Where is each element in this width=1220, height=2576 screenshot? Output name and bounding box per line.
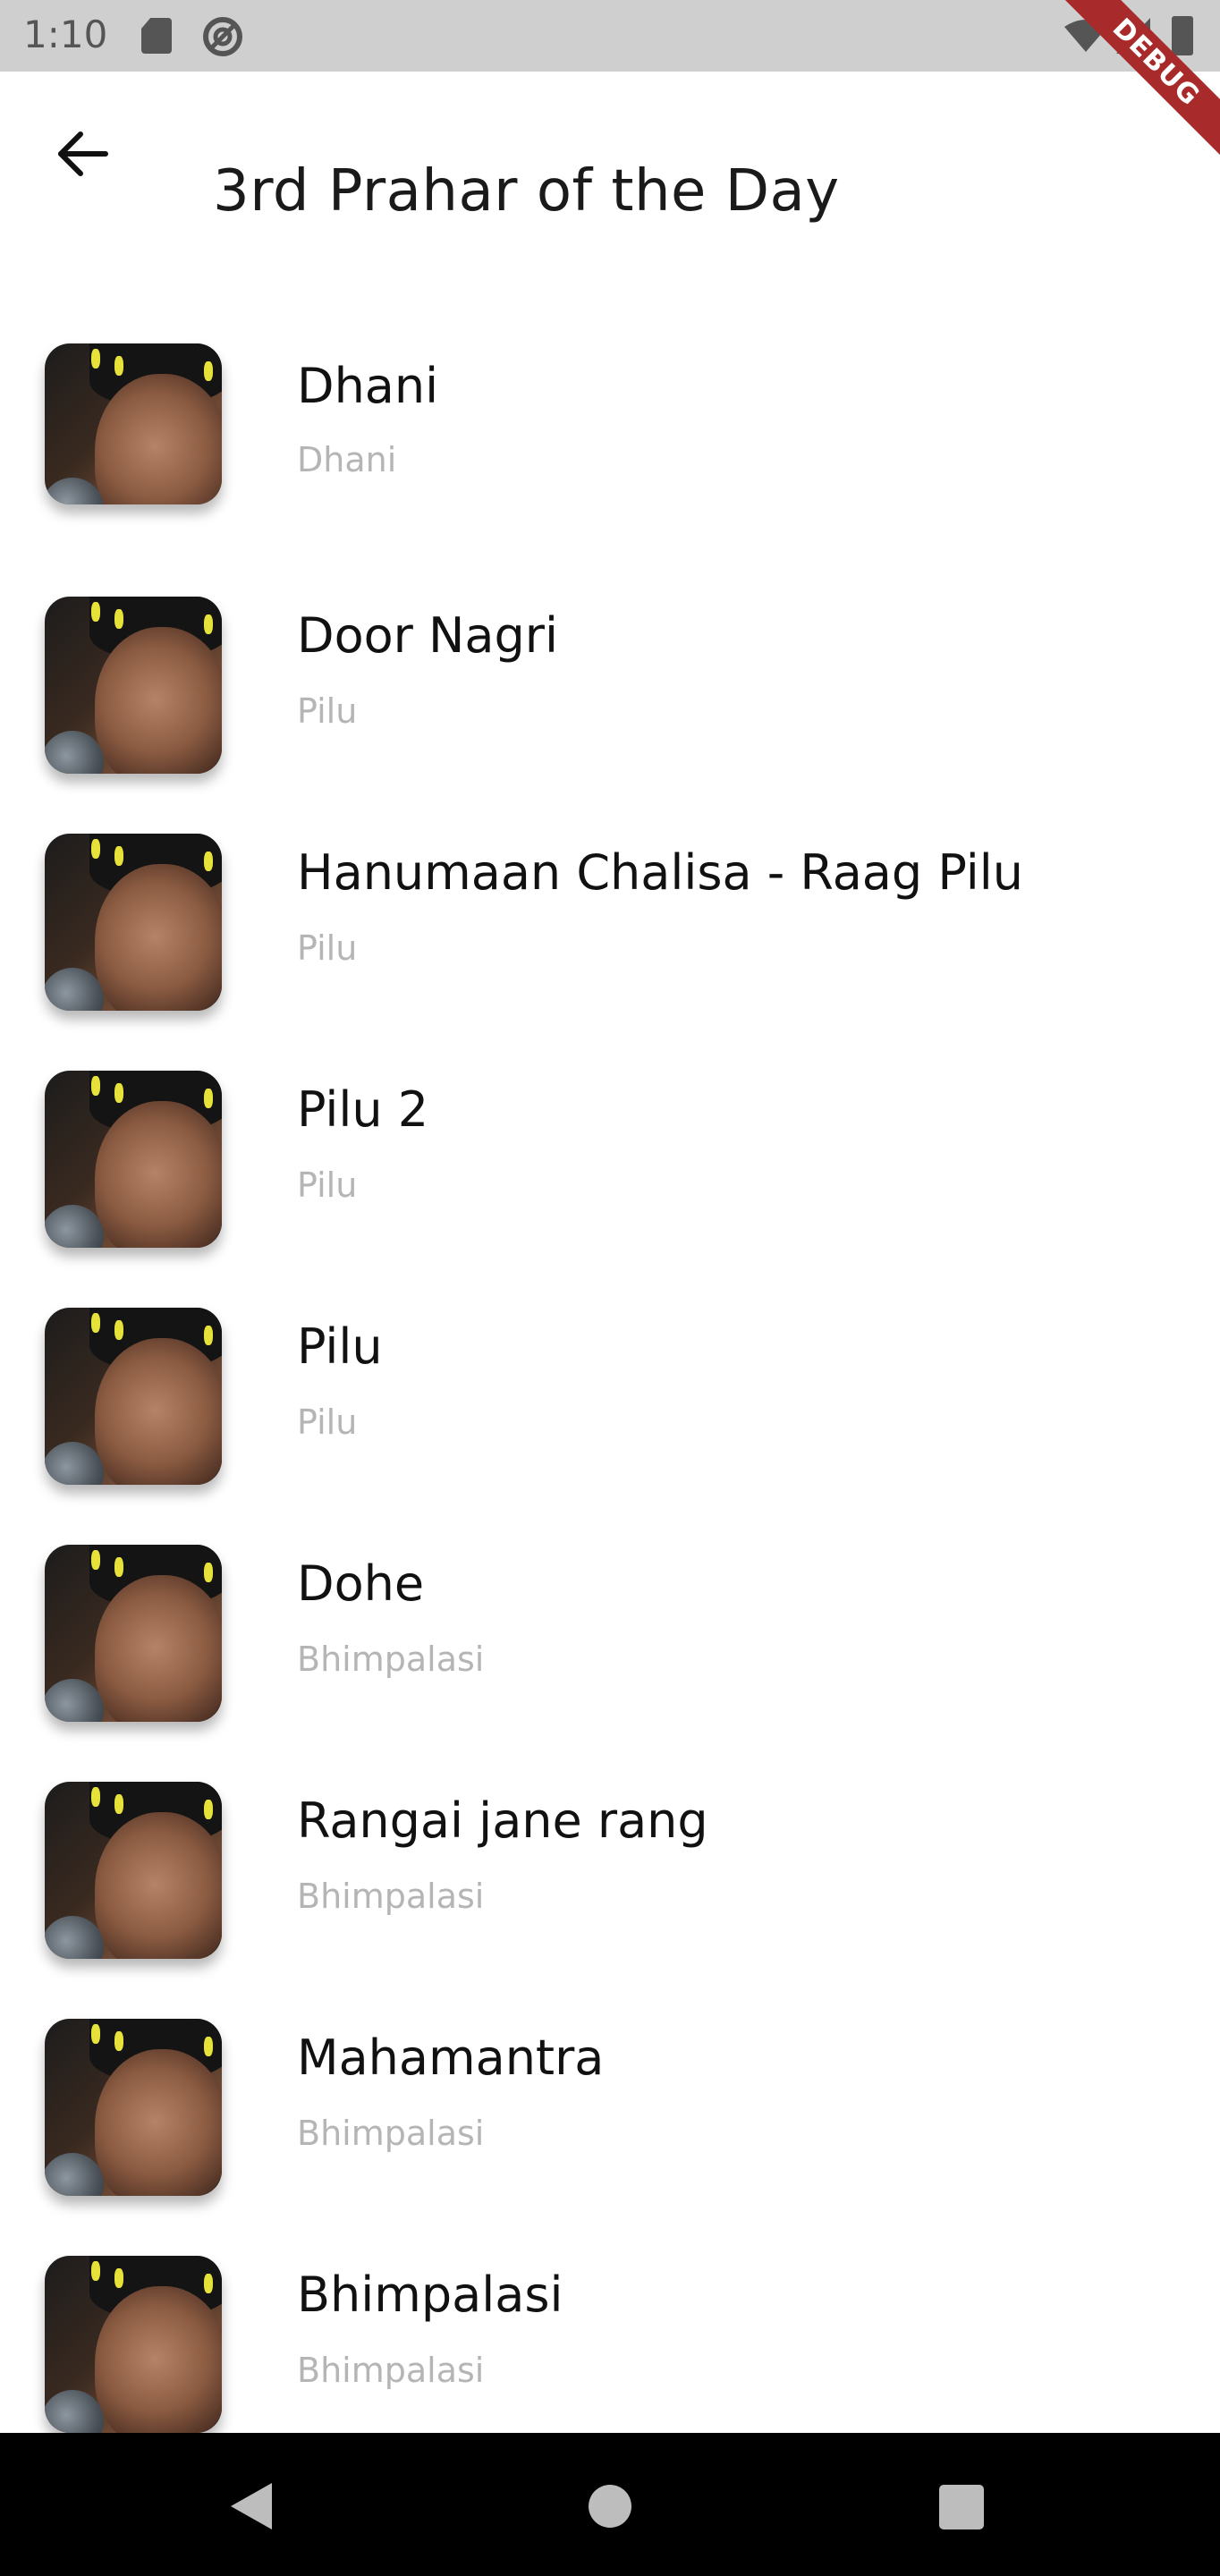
track-title: Dhani — [297, 358, 439, 414]
track-raag: Bhimpalasi — [297, 2114, 485, 2153]
track-title: Pilu — [297, 1318, 383, 1375]
track-thumbnail — [45, 1071, 222, 1248]
track-raag: Pilu — [297, 1165, 358, 1205]
list-item[interactable]: Mahamantra Bhimpalasi — [0, 1999, 1220, 2236]
track-raag: Bhimpalasi — [297, 1640, 485, 1679]
track-title: Rangai jane rang — [297, 1792, 708, 1849]
track-raag: Pilu — [297, 691, 358, 731]
list-item[interactable]: Hanumaan Chalisa - Raag Pilu Pilu — [0, 814, 1220, 1051]
track-title: Mahamantra — [297, 2029, 605, 2086]
arrow-left-icon — [58, 131, 108, 176]
track-raag: Pilu — [297, 1402, 358, 1442]
nav-back-icon[interactable] — [231, 2483, 272, 2529]
track-thumbnail — [45, 1782, 222, 1959]
battery-icon — [1172, 16, 1193, 55]
track-title: Door Nagri — [297, 607, 558, 664]
track-thumbnail — [45, 343, 222, 504]
nav-bar — [0, 2433, 1220, 2576]
track-thumbnail — [45, 2256, 222, 2433]
track-title: Pilu 2 — [297, 1081, 429, 1138]
nav-home-icon[interactable] — [589, 2485, 631, 2528]
track-title: Bhimpalasi — [297, 2267, 563, 2323]
list-item[interactable]: Door Nagri Pilu — [0, 577, 1220, 814]
track-raag: Bhimpalasi — [297, 2351, 485, 2390]
back-button[interactable] — [47, 118, 118, 190]
nav-recents-icon[interactable] — [939, 2485, 984, 2529]
list-item[interactable]: Pilu 2 Pilu — [0, 1051, 1220, 1288]
track-thumbnail — [45, 1545, 222, 1722]
at-sign-icon — [203, 17, 242, 56]
track-thumbnail — [45, 1308, 222, 1485]
track-thumbnail — [45, 597, 222, 774]
app-bar: 3rd Prahar of the Day — [0, 72, 1220, 237]
sd-card-icon — [141, 18, 172, 54]
track-thumbnail — [45, 2019, 222, 2196]
status-bar: 1:10 — [0, 0, 1220, 72]
list-item[interactable]: Rangai jane rang Bhimpalasi — [0, 1762, 1220, 1999]
track-thumbnail — [45, 834, 222, 1011]
track-raag: Dhani — [297, 440, 397, 479]
list-item[interactable]: Dohe Bhimpalasi — [0, 1525, 1220, 1762]
track-title: Dohe — [297, 1555, 425, 1612]
track-raag: Pilu — [297, 928, 358, 968]
list-item[interactable]: Pilu Pilu — [0, 1288, 1220, 1525]
status-time: 1:10 — [23, 13, 108, 56]
list-item[interactable]: Dhani Dhani — [0, 340, 1220, 577]
track-title: Hanumaan Chalisa - Raag Pilu — [297, 844, 1023, 901]
page-title: 3rd Prahar of the Day — [213, 157, 840, 225]
track-raag: Bhimpalasi — [297, 1877, 485, 1916]
track-list: Dhani Dhani Door Nagri Pilu Hanumaan Chalisa… — [0, 340, 1220, 2473]
